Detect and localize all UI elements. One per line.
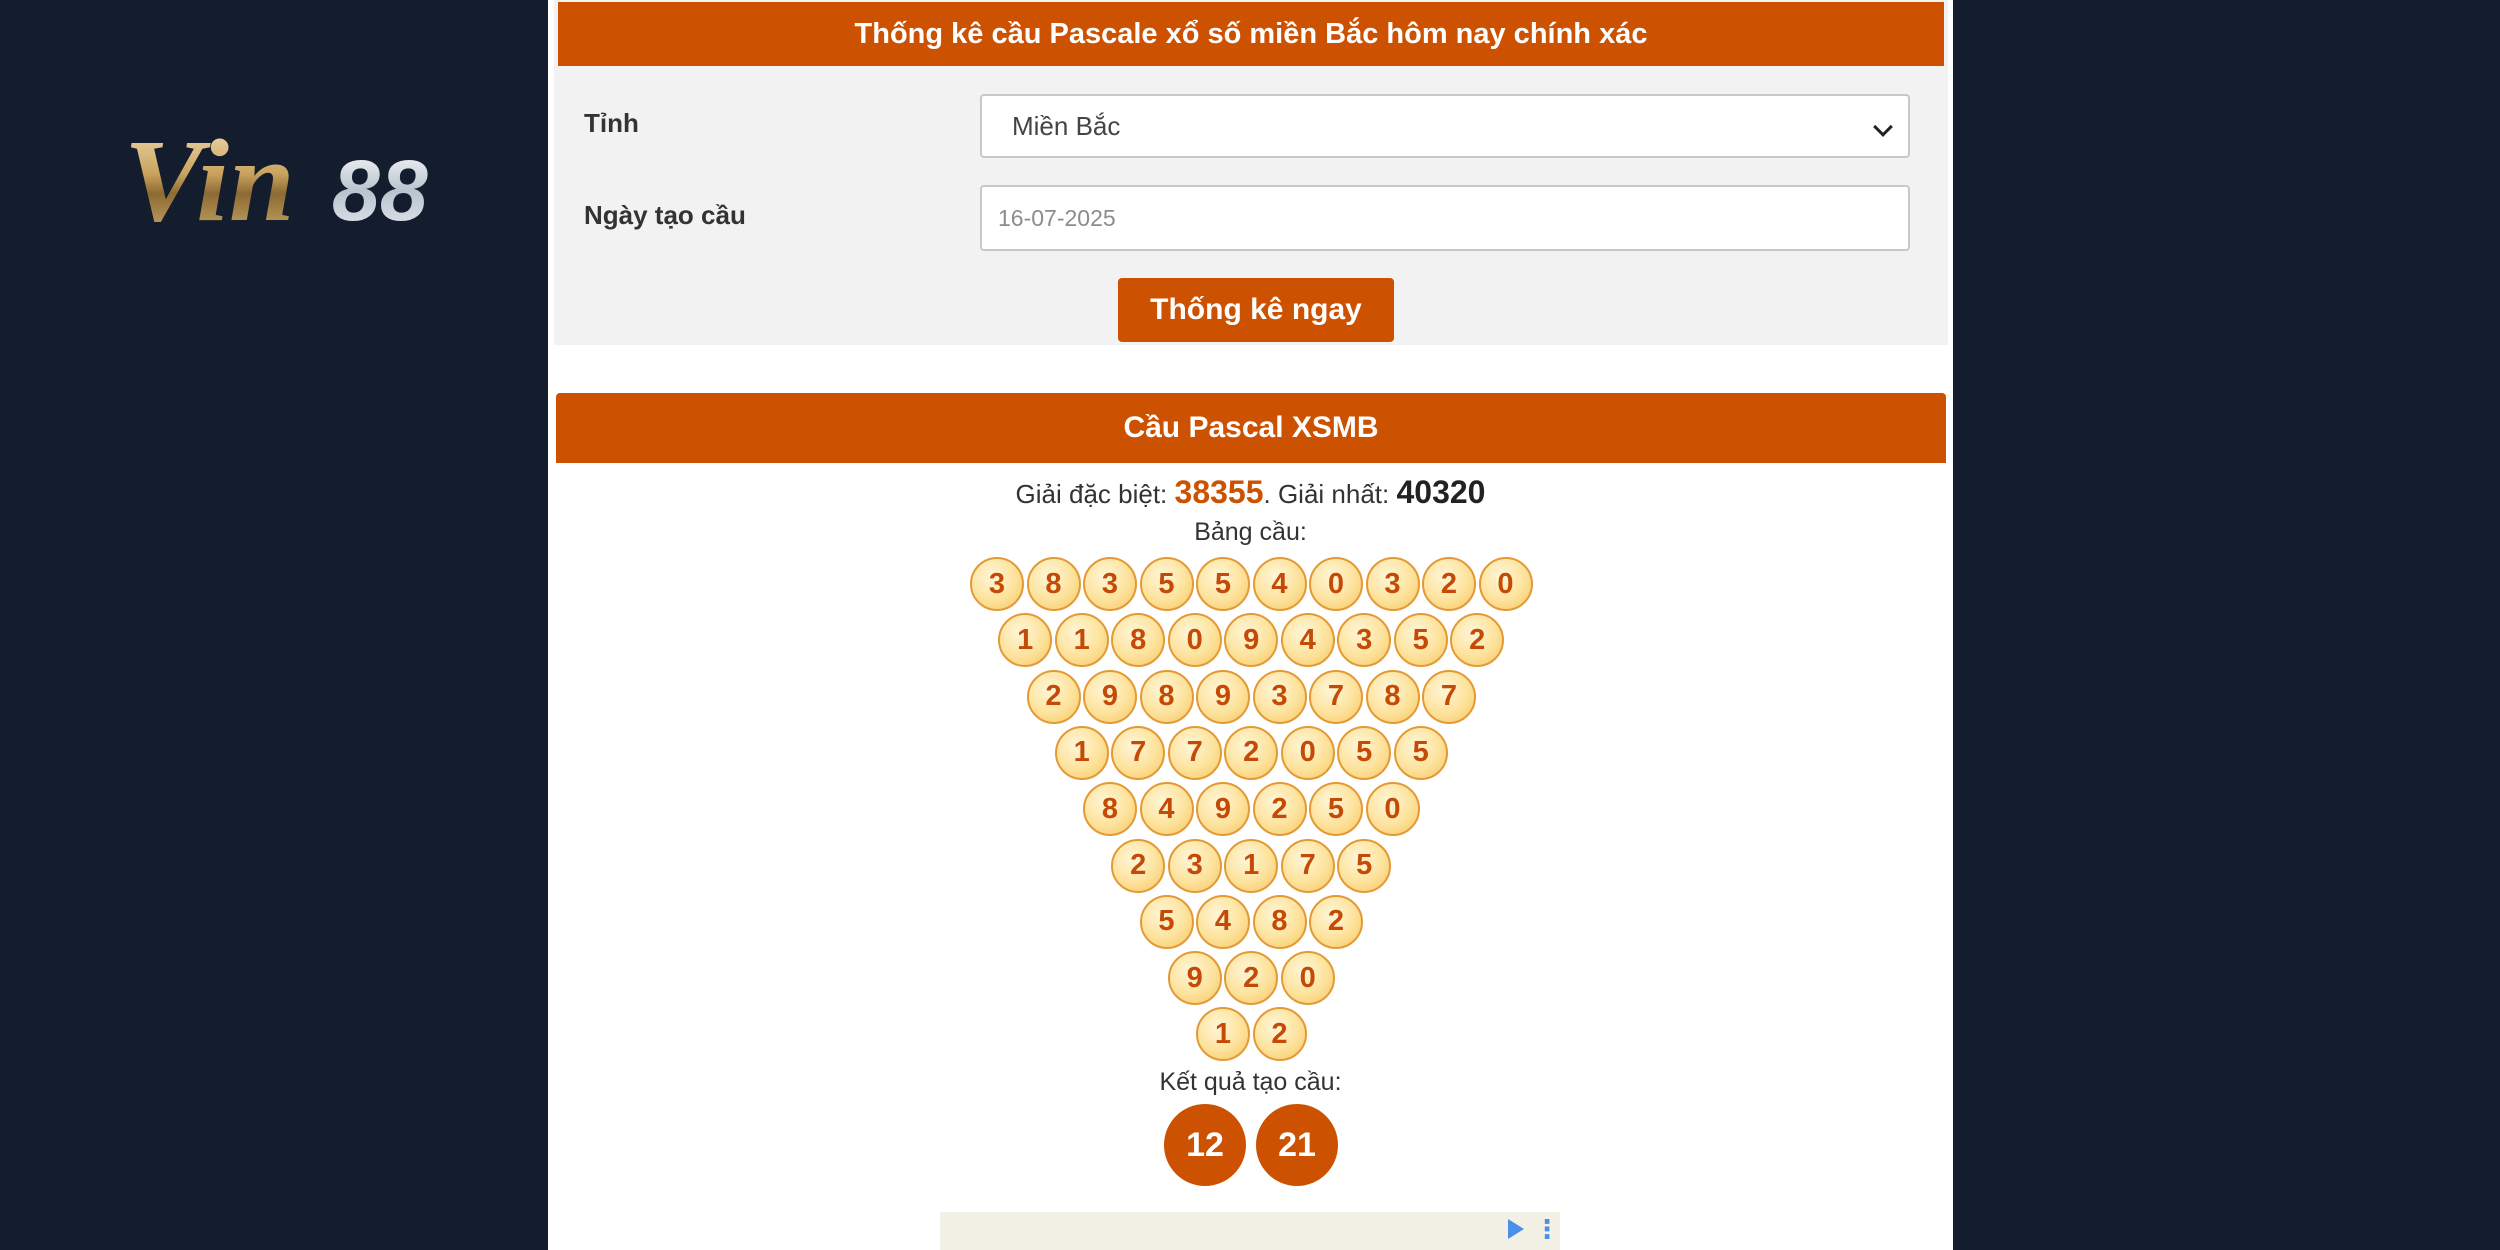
pascal-ball: 9: [1167, 951, 1222, 1006]
pascal-ball: 2: [1252, 782, 1307, 837]
table-caption: Bảng cầu:: [1194, 518, 1307, 546]
ad-choices-play-icon[interactable]: [1508, 1219, 1524, 1239]
form-title: Thống kê cầu Pascale xổ số miền Bắc hôm …: [558, 2, 1944, 66]
pascal-ball: 0: [1309, 557, 1363, 611]
vin88-logo-graphic: Vin 88: [124, 118, 428, 233]
pascal-ball: 1: [1196, 1007, 1250, 1062]
pascal-ball: 2: [1224, 951, 1279, 1006]
pascal-ball: 3: [970, 557, 1024, 611]
pascal-ball: 2: [1422, 557, 1476, 611]
prize-separator: .: [1263, 479, 1278, 509]
ad-banner[interactable]: [940, 1212, 1560, 1250]
pascal-ball: 1: [1054, 613, 1109, 668]
pascal-ball: 8: [1139, 669, 1194, 724]
more-vertical-icon[interactable]: ⋮: [1534, 1216, 1560, 1242]
svg-text:88: 88: [332, 143, 428, 233]
submit-button[interactable]: Thống kê ngay: [1118, 278, 1394, 342]
result-title: Cầu Pascal XSMB: [556, 393, 1946, 463]
pascal-ball: 2: [1224, 725, 1279, 780]
pascal-ball: 1: [1054, 725, 1109, 780]
first-prize-label: Giải nhất:: [1277, 479, 1397, 509]
pascal-ball: 5: [1196, 557, 1250, 611]
pascal-ball: 8: [1365, 669, 1420, 724]
pascal-ball: 0: [1280, 725, 1335, 780]
pascal-ball: 8: [1083, 782, 1137, 837]
pascal-ball: 4: [1196, 894, 1250, 949]
pascal-ball: 0: [1365, 782, 1420, 837]
pascal-ball: 4: [1280, 613, 1335, 668]
pascal-ball: 7: [1111, 725, 1166, 780]
pascal-ball: 9: [1083, 669, 1137, 724]
ad-controls[interactable]: ⋮: [1508, 1214, 1560, 1244]
chevron-down-icon: [1873, 117, 1893, 137]
pascal-ball: 9: [1196, 669, 1250, 724]
pascal-ball: 3: [1252, 669, 1307, 724]
pascal-ball: 8: [1026, 557, 1081, 611]
province-select[interactable]: Miền Bắc: [980, 94, 1910, 158]
pascal-ball: 5: [1139, 557, 1194, 611]
pascal-ball: 2: [1111, 838, 1166, 893]
pascal-ball: 9: [1196, 782, 1250, 837]
pascal-ball: 5: [1139, 894, 1194, 949]
special-prize-value: 38355: [1174, 474, 1264, 510]
province-select-value: Miền Bắc: [1012, 110, 1121, 141]
pascal-ball: 2: [1252, 1007, 1307, 1062]
pascal-ball: 0: [1280, 951, 1335, 1006]
pascal-ball: 5: [1337, 725, 1392, 780]
pascal-ball: 0: [1478, 557, 1533, 611]
date-label: Ngày tạo cầu: [584, 200, 746, 230]
pascal-ball: 8: [1111, 613, 1166, 668]
vin88-logo[interactable]: Vin 88: [120, 118, 485, 233]
outcome-caption: Kết quả tạo cầu:: [1159, 1068, 1342, 1096]
pascal-ball: 7: [1309, 669, 1363, 724]
date-input[interactable]: [980, 185, 1910, 251]
province-label: Tỉnh: [584, 108, 639, 138]
pascal-ball: 5: [1337, 838, 1392, 893]
pascal-ball: 7: [1280, 838, 1335, 893]
search-form: Thống kê cầu Pascale xổ số miền Bắc hôm …: [554, 0, 1948, 345]
pascal-ball: 2: [1026, 669, 1081, 724]
pascal-ball: 2: [1450, 613, 1505, 668]
special-prize-label: Giải đặc biệt:: [1015, 479, 1175, 509]
pascal-ball: 7: [1422, 669, 1476, 724]
outcome-ball: 21: [1256, 1104, 1338, 1186]
pascal-ball: 1: [998, 613, 1053, 668]
pascal-ball: 7: [1167, 725, 1222, 780]
outcome-ball: 12: [1164, 1104, 1246, 1186]
pascal-ball: 3: [1083, 557, 1137, 611]
pascal-ball: 3: [1167, 838, 1222, 893]
pascal-ball: 8: [1252, 894, 1307, 949]
svg-text:Vin: Vin: [124, 118, 295, 233]
pascal-ball: 4: [1252, 557, 1307, 611]
pascal-ball: 5: [1393, 725, 1448, 780]
main-panel: Thống kê cầu Pascale xổ số miền Bắc hôm …: [548, 0, 1953, 1250]
pascal-ball: 4: [1139, 782, 1194, 837]
pascal-ball: 9: [1224, 613, 1279, 668]
first-prize-value: 40320: [1396, 474, 1486, 510]
pascal-ball: 0: [1167, 613, 1222, 668]
pascal-ball: 5: [1309, 782, 1363, 837]
prize-summary: Giải đặc biệt: 38355. Giải nhất: 40320: [548, 472, 1953, 514]
pascal-ball: 3: [1365, 557, 1420, 611]
pascal-ball: 1: [1224, 838, 1279, 893]
pascal-ball: 2: [1309, 894, 1363, 949]
pascal-ball: 5: [1393, 613, 1448, 668]
pascal-ball: 3: [1337, 613, 1392, 668]
